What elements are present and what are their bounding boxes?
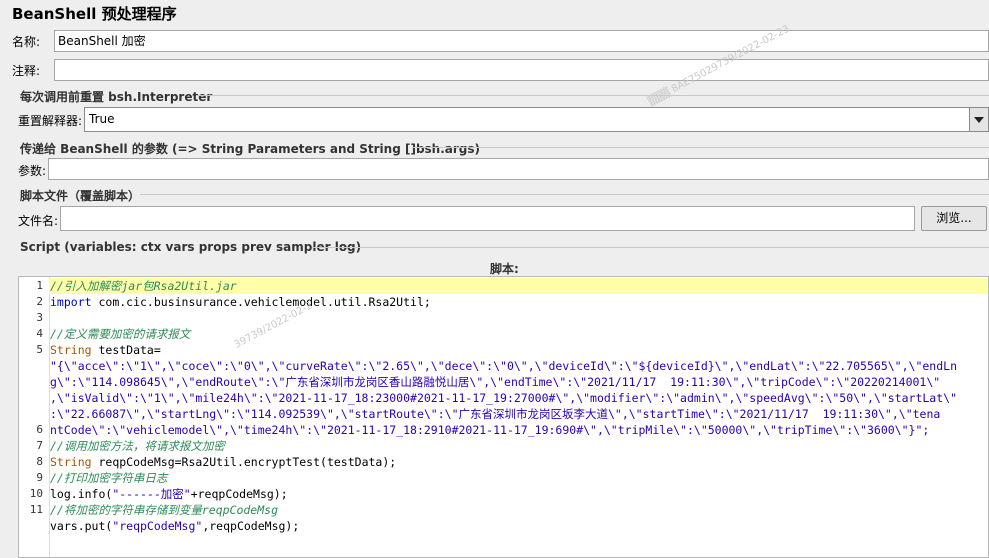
code-token: ,\"isValid\":\"1\",\"mile24h\":\"2021-11… — [50, 391, 957, 405]
code-token: +reqpCodeMsg); — [190, 487, 288, 501]
code-token: :\"22.66087\",\"startLng\":\"114.092539\… — [50, 407, 941, 421]
chevron-down-icon[interactable] — [969, 108, 988, 131]
line-number: 10 — [29, 487, 43, 500]
reset-interpreter-select[interactable]: True — [84, 107, 989, 132]
code-token: //打印加密字符串日志 — [50, 471, 168, 485]
code-line: String testData= — [49, 342, 988, 358]
code-line: vars.put("reqpCodeMsg",reqpCodeMsg); — [49, 518, 988, 534]
code-token: reqpCodeMsg=Rsa2Util.encryptTest(testDat… — [91, 455, 397, 469]
params-input[interactable] — [48, 158, 989, 180]
filename-input[interactable] — [60, 206, 915, 231]
line-number: 7 — [36, 439, 43, 452]
code-token: g\":\"114.098645\",\"endRoute\":\"广东省深圳市… — [50, 375, 941, 389]
line-number: 9 — [36, 471, 43, 484]
line-number-gutter: 1 2 3 4 5 6 7 8 9 10 11 — [19, 277, 50, 557]
code-line: //定义需要加密的请求报文 — [49, 326, 988, 342]
group-divider — [312, 247, 989, 248]
script-group-title: Script (variables: ctx vars props prev s… — [20, 240, 362, 254]
code-line: log.info("------加密"+reqpCodeMsg); — [49, 486, 988, 502]
filename-label: 文件名: — [18, 214, 59, 228]
code-token: String — [50, 455, 92, 469]
line-number: 8 — [36, 455, 43, 468]
code-area[interactable]: //引入加解密jar包Rsa2Util.jar import com.cic.bu… — [49, 277, 988, 557]
code-line: ntCode\":\"vehiclemodel\",\"time24h\":\"… — [49, 422, 988, 438]
group-divider — [412, 147, 989, 148]
line-number: 11 — [29, 503, 43, 516]
browse-button[interactable]: 浏览... — [921, 206, 987, 231]
reset-group-title: 每次调用前重置 bsh.Interpreter — [20, 90, 213, 104]
panel-title: BeanShell 预处理程序 — [12, 5, 177, 23]
code-line: ,\"isValid\":\"1\",\"mile24h\":\"2021-11… — [49, 390, 988, 406]
code-token: "{\"acce\":\"1\",\"coce\":\"0\",\"curveR… — [50, 359, 957, 373]
reset-interpreter-value: True — [89, 112, 115, 126]
code-line: g\":\"114.098645\",\"endRoute\":\"广东省深圳市… — [49, 374, 988, 390]
code-token: ntCode\":\"vehiclemodel\",\"time24h\":\"… — [50, 423, 930, 437]
code-token: vars.put( — [50, 519, 113, 533]
code-token: com.cic.businsurance.vehiclemodel.util.R… — [91, 295, 431, 309]
script-label: 脚本: — [490, 262, 519, 276]
code-line: //打印加密字符串日志 — [49, 470, 988, 486]
code-token: "------加密" — [112, 487, 191, 501]
code-line: //引入加解密jar包Rsa2Util.jar — [49, 278, 988, 294]
code-token: "reqpCodeMsg" — [112, 519, 203, 533]
code-token: //引入加解密jar包Rsa2Util.jar — [50, 279, 237, 293]
line-number: 4 — [36, 327, 43, 340]
code-token: import — [50, 295, 92, 309]
line-number: 2 — [36, 295, 43, 308]
name-input[interactable]: BeanShell 加密 — [54, 30, 989, 52]
params-group-title: 传递给 BeanShell 的参数 (=> String Parameters … — [20, 142, 481, 156]
code-token: //调用加密方法，将请求报文加密 — [50, 439, 225, 453]
code-token: //将加密的字符串存储到变量reqpCodeMsg — [50, 503, 279, 517]
code-token: log.info( — [50, 487, 113, 501]
line-number: 5 — [36, 343, 43, 356]
file-group-title: 脚本文件（覆盖脚本） — [20, 189, 141, 203]
group-divider — [196, 95, 989, 96]
group-divider — [140, 194, 989, 195]
code-line: //调用加密方法，将请求报文加密 — [49, 438, 988, 454]
line-number: 6 — [36, 423, 43, 436]
name-label: 名称: — [12, 35, 41, 49]
code-line: "{\"acce\":\"1\",\"coce\":\"0\",\"curveR… — [49, 358, 988, 374]
params-label: 参数: — [18, 164, 47, 178]
code-token: //定义需要加密的请求报文 — [50, 327, 191, 341]
code-line: //将加密的字符串存储到变量reqpCodeMsg — [49, 502, 988, 518]
code-line: :\"22.66087\",\"startLng\":\"114.092539\… — [49, 406, 988, 422]
code-line: String reqpCodeMsg=Rsa2Util.encryptTest(… — [49, 454, 988, 470]
code-token: String — [50, 343, 92, 357]
line-number: 1 — [36, 279, 43, 292]
code-token: ,reqpCodeMsg); — [202, 519, 300, 533]
comment-input[interactable] — [54, 59, 989, 81]
script-editor[interactable]: 1 2 3 4 5 6 7 8 9 10 11 //引入加解密jar包Rsa2Util.jar imp… — [18, 276, 989, 558]
code-token: testData= — [91, 343, 161, 357]
line-number: 3 — [36, 311, 43, 324]
comment-label: 注释: — [12, 64, 41, 78]
code-line: import com.cic.businsurance.vehiclemodel… — [49, 294, 988, 310]
reset-interpreter-label: 重置解释器: — [18, 114, 83, 128]
